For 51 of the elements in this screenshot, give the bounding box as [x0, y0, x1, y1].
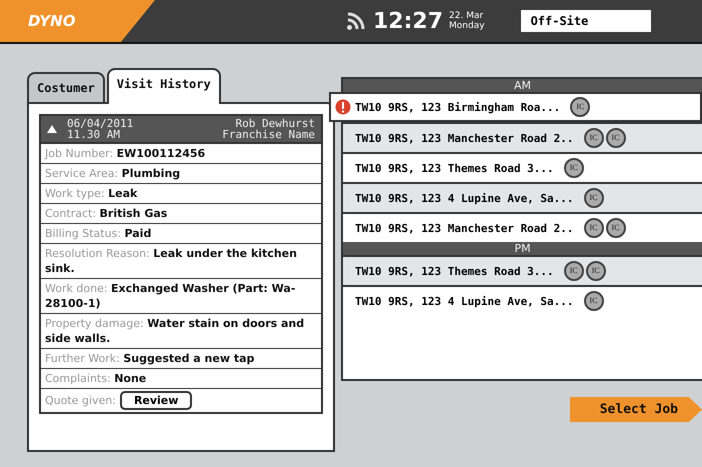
tab[interactable]: Costumer [27, 72, 105, 102]
field-text: Work type: Leak [45, 187, 138, 200]
job-address: TW10 9RS, 123 Manchester Road 2.. [355, 132, 574, 144]
visit-header[interactable]: 06/04/2011 11.30 AM Rob Dewhurst Franchise Name [41, 116, 321, 144]
status-badge: IC [586, 261, 606, 281]
field-label: Quote given: [45, 394, 116, 407]
job-row[interactable]: TW10 9RS, 123 Birmingham Roa... IC [329, 92, 702, 122]
job-row[interactable]: TW10 9RS, 123 Manchester Road 2.. IC IC [343, 122, 702, 152]
field-text: Service Area: Plumbing [45, 167, 180, 180]
field-text: Work done: Exchanged Washer (Part: Wa-28100-1) [45, 282, 296, 310]
section-header: PM [343, 242, 702, 255]
logo: DYNO [0, 0, 155, 42]
status-badge: IC [564, 261, 584, 281]
collapse-icon[interactable] [47, 125, 57, 133]
field-text: Resolution Reason: Leak under the kitchen sink. [45, 247, 297, 275]
job-address: TW10 9RS, 123 4 Lupine Ave, Sa... [355, 192, 574, 204]
status-badge: IC [570, 97, 590, 117]
job-row[interactable]: TW10 9RS, 123 4 Lupine Ave, Sa... IC [343, 285, 702, 315]
tab[interactable]: Visit History [106, 68, 221, 104]
signal-icon [345, 11, 367, 31]
status-badge: IC [606, 128, 626, 148]
status-badge: IC [584, 188, 604, 208]
field-text: Complaints: None [45, 372, 146, 385]
clock-time: 12:27 [373, 8, 444, 34]
section-header: AM [343, 79, 702, 92]
field-text: Job Number: EW100112456 [45, 147, 206, 160]
status-badge: IC [564, 158, 584, 178]
field-text: Further Work: Suggested a new tap [45, 352, 254, 365]
visit-date: 06/04/2011 [67, 118, 134, 129]
date-text: 22. Mar [449, 11, 484, 21]
status-badge: IC [584, 291, 604, 311]
job-row[interactable]: TW10 9RS, 123 Themes Road 3... IC IC [343, 255, 702, 285]
job-address: TW10 9RS, 123 Manchester Road 2.. [355, 222, 574, 234]
field-text: Contract: British Gas [45, 207, 168, 220]
job-address: TW10 9RS, 123 Themes Road 3... [355, 264, 554, 278]
status-badge: IC [606, 218, 626, 238]
location-field[interactable]: Off-Site [520, 10, 651, 32]
job-row[interactable]: TW10 9RS, 123 4 Lupine Ave, Sa... IC [343, 182, 702, 212]
franchise-name: Franchise Name [222, 129, 315, 140]
status-badge: IC [584, 128, 604, 148]
visit-time: 11.30 AM [67, 129, 121, 140]
job-address: TW10 9RS, 123 4 Lupine Ave, Sa... [355, 294, 574, 308]
weekday-text: Monday [449, 21, 485, 31]
job-address: TW10 9RS, 123 Themes Road 3... [355, 162, 554, 174]
field-text: Property damage: Water stain on doors and side walls. [45, 317, 304, 345]
status-badge: IC [584, 218, 604, 238]
job-address: TW10 9RS, 123 Birmingham Roa... [355, 100, 560, 114]
field-text: Billing Status: Paid [45, 227, 152, 240]
review-button[interactable]: Review [120, 391, 192, 410]
select-job-button[interactable]: Select Job [570, 397, 702, 422]
technician-name: Rob Dewhurst [236, 118, 315, 129]
